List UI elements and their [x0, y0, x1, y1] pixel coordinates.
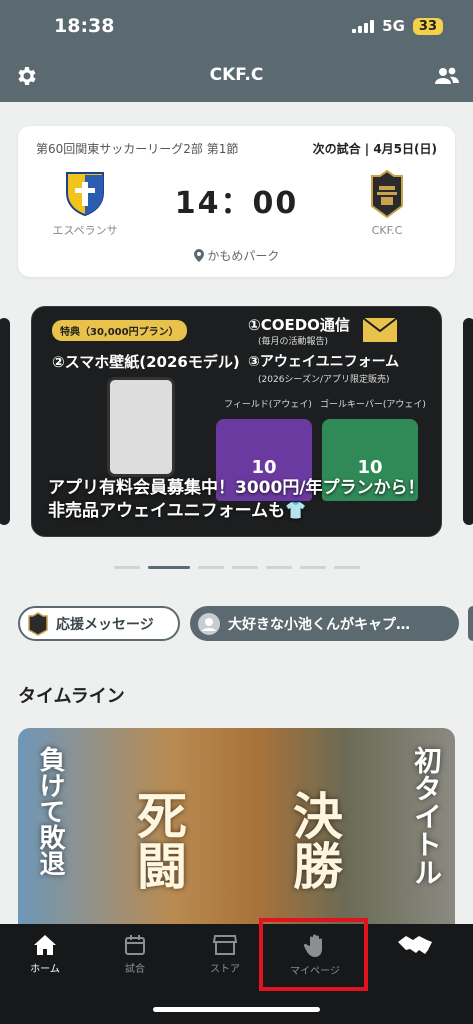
- venue-name: かもめパーク: [207, 249, 280, 263]
- nav-partner[interactable]: [370, 934, 460, 962]
- carousel-dot[interactable]: [299, 566, 326, 569]
- banner-caption: アプリ有料会員募集中！3000円/年プランから！非売品アウェイユニフォームも👕: [48, 478, 425, 521]
- home-icon: [34, 935, 56, 955]
- carousel-dot-active[interactable]: [147, 566, 190, 569]
- carousel-dot[interactable]: [265, 566, 292, 569]
- carousel-next-peek[interactable]: [463, 318, 473, 525]
- people-icon[interactable]: [434, 64, 460, 88]
- nav-store[interactable]: ストア: [180, 934, 270, 975]
- mail-icon: [362, 317, 398, 342]
- venue: かもめパーク: [18, 247, 455, 264]
- carousel-prev-peek[interactable]: [0, 318, 10, 525]
- away-team: CKF.C: [342, 170, 432, 237]
- shirt-number: 10: [357, 457, 383, 478]
- status-time: 18:38: [54, 15, 115, 37]
- signal-icon: [352, 19, 375, 33]
- team-crest-icon: [28, 611, 48, 636]
- banner-tag: 特典（30,000円プラン）: [52, 320, 187, 341]
- user-avatar-icon: [198, 612, 220, 635]
- poster-text-mid2: 決勝: [285, 790, 343, 890]
- nav-label: ストア: [210, 964, 240, 975]
- next-match-date: 次の試合 | 4月5日(日): [312, 142, 437, 156]
- carousel-dot[interactable]: [197, 566, 224, 569]
- network-label: 5G: [382, 17, 405, 35]
- banner-item1-sub: (毎月の活動報告): [258, 337, 329, 347]
- carousel-dot[interactable]: [231, 566, 258, 569]
- chip-overflow-peek[interactable]: [468, 606, 473, 641]
- poster-text-right: 初タイトル: [410, 746, 443, 886]
- poster-text-left: 負けて敗退: [35, 746, 65, 876]
- chip-support-message[interactable]: 応援メッセージ: [18, 606, 180, 641]
- field-label: フィールド(アウェイ): [224, 400, 312, 410]
- highlight-annotation: [259, 918, 368, 991]
- nav-home[interactable]: ホーム: [0, 934, 90, 975]
- chip-fan-post[interactable]: 大好きな小池くんがキャプ…: [190, 606, 459, 641]
- banner-item3: ③アウェイユニフォーム: [248, 354, 400, 370]
- nav-label: 試合: [125, 964, 145, 975]
- carousel-dot[interactable]: [113, 566, 140, 569]
- match-card[interactable]: 第60回関東サッカーリーグ2部 第1節 次の試合 | 4月5日(日) エスペラン…: [18, 126, 455, 277]
- timeline-post-image[interactable]: 負けて敗退 死闘 決勝 初タイトル: [18, 728, 455, 928]
- store-icon: [213, 935, 237, 955]
- nav-label: ホーム: [30, 964, 60, 975]
- nav-match[interactable]: 試合: [90, 934, 180, 975]
- gk-label: ゴールキーパー(アウェイ): [320, 400, 426, 410]
- chip-label: 大好きな小池くんがキャプ…: [228, 616, 410, 633]
- away-team-name: CKF.C: [371, 224, 403, 237]
- banner-item2: ②スマホ壁紙(2026モデル): [52, 353, 240, 371]
- league-name: 第60回関東サッカーリーグ2部 第1節: [36, 142, 239, 156]
- battery-icon: 33: [412, 17, 443, 35]
- banner-item1: ①COEDO通信: [248, 316, 350, 334]
- shirt-number: 10: [251, 457, 277, 478]
- app-header: 18:38 5G 33 CKF.C: [0, 0, 473, 102]
- poster-text-mid1: 死闘: [129, 790, 187, 890]
- handshake-icon: [398, 936, 432, 954]
- status-icons: 5G 33: [352, 17, 443, 35]
- away-team-crest-icon: [371, 170, 403, 218]
- chip-label: 応援メッセージ: [56, 616, 154, 633]
- home-team-name: エスペランサ: [52, 224, 118, 237]
- banner-item3-sub: (2026シーズン/アプリ限定販売): [258, 375, 390, 385]
- home-indicator: [153, 1007, 320, 1012]
- promo-banner[interactable]: 特典（30,000円プラン） ①COEDO通信 (毎月の活動報告) ②スマホ壁紙…: [31, 306, 442, 537]
- carousel-dots: [0, 566, 473, 569]
- calendar-icon: [125, 935, 145, 955]
- carousel-dot[interactable]: [333, 566, 360, 569]
- location-pin-icon: [193, 249, 204, 262]
- page-title: CKF.C: [209, 65, 264, 85]
- timeline-heading: タイムライン: [18, 686, 125, 707]
- wallpaper-preview: [107, 377, 175, 477]
